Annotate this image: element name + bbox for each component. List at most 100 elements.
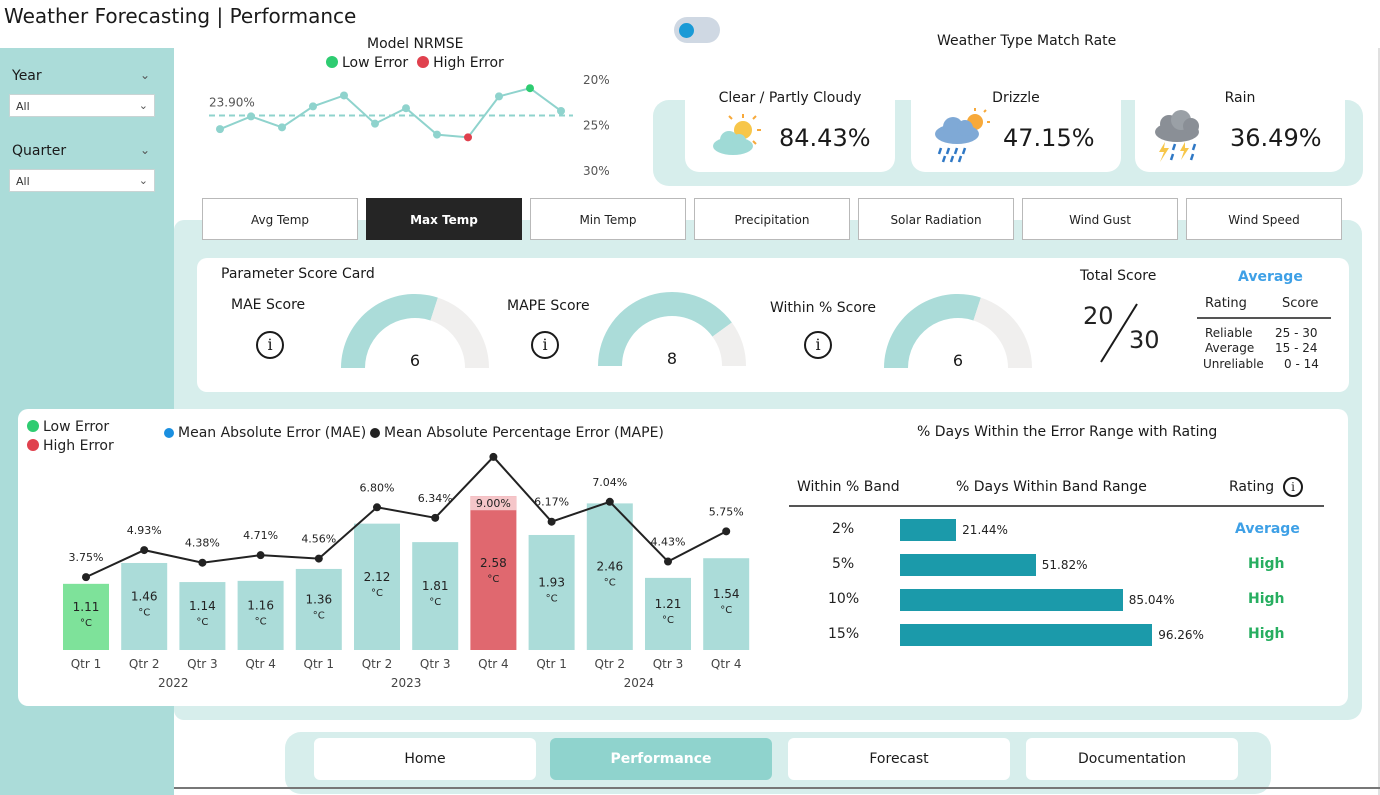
nrmse-point — [278, 123, 286, 132]
info-icon[interactable]: i — [804, 331, 832, 359]
nav-performance-button[interactable]: Performance — [550, 738, 772, 780]
within-gauge: 6 — [884, 294, 1032, 370]
mae-bar — [412, 542, 459, 650]
page-title: Weather Forecasting | Performance — [4, 4, 357, 28]
mae-unit-label: °C — [255, 616, 267, 627]
theme-toggle[interactable] — [674, 17, 720, 43]
gauge-value: 6 — [953, 351, 963, 370]
mae-bar — [645, 577, 691, 650]
mape-point — [314, 554, 323, 563]
nav-home-button[interactable]: Home — [314, 738, 536, 780]
mae-value-label: 1.21 — [655, 597, 682, 611]
nav-forecast-button[interactable]: Forecast — [788, 738, 1010, 780]
nrmse-line — [219, 87, 562, 139]
total-score-label: Total Score — [1080, 268, 1157, 284]
weather-card-label: Rain — [1224, 90, 1256, 106]
band-label: 10% — [828, 591, 860, 607]
total-score-max: 30 — [1129, 326, 1160, 354]
x-tick-label: Qtr 1 — [536, 657, 567, 671]
mape-point — [373, 503, 381, 512]
toggle-knob[interactable] — [679, 23, 694, 38]
mape-point — [664, 557, 672, 566]
x-tick-label: Qtr 3 — [653, 657, 684, 671]
info-icon[interactable]: i — [1283, 477, 1303, 497]
mae-unit-label: °C — [80, 618, 92, 629]
x-year-label: 2022 — [158, 676, 189, 690]
mae-value-label: 1.16 — [247, 598, 274, 612]
tab-solar-radiation[interactable]: Solar Radiation — [858, 198, 1014, 240]
band-label: 2% — [832, 521, 855, 537]
mae-bar — [179, 582, 226, 650]
mape-value-label: 9.00% — [476, 497, 511, 510]
rating-range: 15 - 24 — [1275, 341, 1318, 355]
x-tick-label: Qtr 3 — [420, 657, 451, 671]
nrmse-y-tick: 25% — [583, 119, 610, 133]
mape-value-label: 5.75% — [709, 505, 744, 518]
tab-wind-gust[interactable]: Wind Gust — [1022, 198, 1178, 240]
info-icon[interactable]: i — [531, 331, 559, 359]
tab-precipitation[interactable]: Precipitation — [694, 198, 850, 240]
mae-value-label: 1.11 — [73, 600, 100, 614]
band-bar — [900, 624, 1153, 646]
tab-min-temp[interactable]: Min Temp — [530, 198, 686, 240]
mae-unit-label: °C — [138, 607, 150, 618]
rating-name: Unreliable — [1203, 357, 1264, 371]
band-col-header: Within % Band — [797, 479, 900, 495]
mae-bar — [63, 583, 109, 650]
storm-icon — [1155, 110, 1199, 162]
nrmse-point — [402, 104, 410, 113]
rating-name: Reliable — [1205, 326, 1253, 340]
mape-point — [82, 573, 90, 582]
band-value-label: 85.04% — [1128, 593, 1175, 607]
mape-point — [547, 517, 556, 526]
weather-card-value: 84.43% — [779, 124, 871, 152]
year-select[interactable]: All ⌄ — [9, 94, 155, 117]
chevron-down-icon: ⌄ — [138, 99, 148, 112]
x-tick-label: Qtr 4 — [478, 657, 509, 671]
mae-mape-chart: 1.11 °C Qtr 1 1.46 °C Qtr 2 1.14 °C Qtr 3 1.16 °C Q… — [63, 452, 750, 690]
x-tick-label: Qtr 1 — [304, 657, 335, 671]
mae-score-label: MAE Score — [231, 297, 306, 313]
mape-point — [722, 527, 731, 536]
nrmse-point — [433, 130, 441, 139]
nrmse-point — [247, 112, 255, 121]
x-tick-label: Qtr 2 — [595, 657, 626, 671]
mae-value-label: 1.46 — [131, 589, 158, 603]
mape-gauge: 8 — [598, 291, 746, 368]
chevron-down-icon[interactable]: ⌄ — [140, 143, 150, 157]
nrmse-point — [464, 133, 472, 142]
gauge-value: 6 — [410, 351, 420, 370]
mae-unit-label: °C — [487, 574, 499, 585]
year-select-value: All — [16, 100, 30, 113]
drizzle-icon — [935, 108, 990, 163]
parameter-score-card: Parameter Score Card MAE Score i 6 MAPE … — [197, 258, 1349, 392]
nrmse-point — [371, 119, 379, 128]
tab-max-temp[interactable]: Max Temp — [366, 198, 522, 240]
x-tick-label: Qtr 4 — [711, 657, 742, 671]
gauge-fill — [884, 294, 981, 368]
nav-documentation-button[interactable]: Documentation — [1026, 738, 1238, 780]
quarter-select[interactable]: All ⌄ — [9, 169, 155, 192]
chevron-down-icon[interactable]: ⌄ — [140, 68, 150, 82]
nrmse-point — [216, 125, 224, 134]
error-analysis-panel: Low Error High Error Mean Absolute Error… — [18, 409, 1348, 706]
band-table-divider — [789, 505, 1324, 507]
mape-point — [605, 497, 614, 506]
tab-avg-temp[interactable]: Avg Temp — [202, 198, 358, 240]
band-bar — [900, 519, 957, 541]
rating-name: Average — [1205, 341, 1255, 355]
tab-wind-speed[interactable]: Wind Speed — [1186, 198, 1342, 240]
mae-unit-label: °C — [604, 578, 616, 589]
mape-value-label: 6.17% — [534, 496, 569, 509]
band-label: 15% — [828, 626, 860, 642]
mape-value-label: 4.56% — [301, 533, 336, 546]
nrmse-point — [340, 91, 348, 100]
band-value-label: 96.26% — [1158, 628, 1204, 642]
band-value-label: 21.44% — [962, 523, 1008, 537]
mae-gauge: 6 — [341, 294, 489, 370]
mape-score-label: MAPE Score — [507, 298, 590, 314]
mae-bar — [586, 503, 633, 650]
info-icon[interactable]: i — [256, 331, 284, 359]
band-table-title: % Days Within the Error Range with Ratin… — [917, 424, 1218, 440]
rating-col-header: Rating — [1229, 479, 1275, 495]
